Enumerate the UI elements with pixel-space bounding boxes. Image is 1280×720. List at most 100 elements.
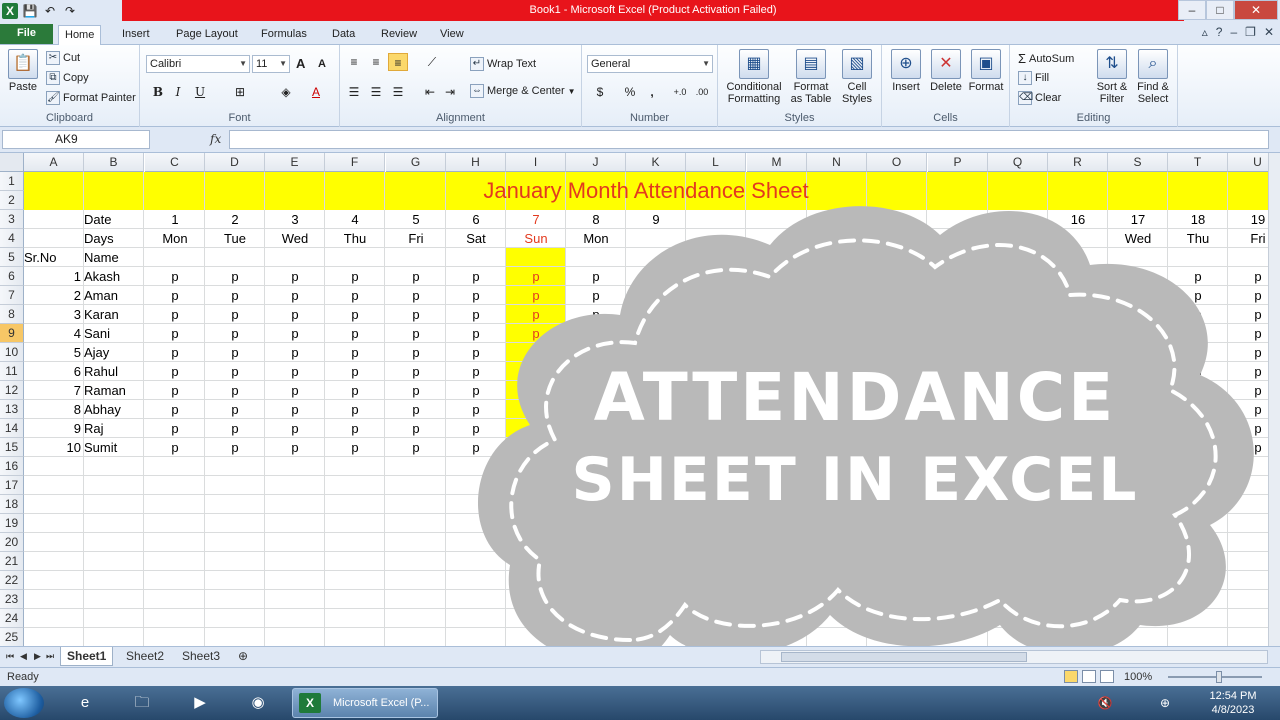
save-icon[interactable]: 💾 bbox=[22, 3, 38, 19]
student-number[interactable]: 8 bbox=[24, 400, 84, 419]
attendance-mark[interactable]: p bbox=[325, 343, 385, 362]
conditional-formatting-button[interactable]: ▦ Conditional Formatting bbox=[722, 49, 786, 105]
attendance-mark[interactable]: p bbox=[205, 362, 265, 381]
day-cell[interactable]: Fri bbox=[386, 229, 446, 248]
decrease-decimal-button[interactable]: .00 bbox=[692, 83, 712, 101]
bold-button[interactable]: B bbox=[148, 83, 168, 101]
column-header[interactable]: F bbox=[325, 153, 385, 172]
attendance-mark[interactable]: p bbox=[205, 400, 265, 419]
name-label[interactable]: Name bbox=[84, 248, 144, 267]
attendance-mark[interactable]: p bbox=[145, 343, 205, 362]
attendance-mark[interactable]: p bbox=[325, 381, 385, 400]
row-header[interactable]: 9 bbox=[0, 324, 24, 343]
attendance-mark[interactable]: p bbox=[145, 267, 205, 286]
attendance-mark[interactable]: p bbox=[205, 438, 265, 457]
attendance-mark[interactable]: p bbox=[386, 267, 446, 286]
date-cell[interactable]: 2 bbox=[205, 210, 265, 229]
prev-sheet-icon[interactable]: ◀ bbox=[20, 651, 27, 662]
attendance-mark[interactable]: p bbox=[325, 362, 385, 381]
student-number[interactable]: 4 bbox=[24, 324, 84, 343]
attendance-mark[interactable]: p bbox=[145, 324, 205, 343]
day-cell[interactable]: Tue bbox=[205, 229, 265, 248]
row-header[interactable]: 19 bbox=[0, 514, 24, 533]
first-sheet-icon[interactable]: ⏮ bbox=[6, 651, 14, 662]
page-break-view-icon[interactable] bbox=[1100, 670, 1114, 683]
column-header[interactable]: Q bbox=[988, 153, 1048, 172]
date-label[interactable]: Date bbox=[84, 210, 144, 229]
delete-cells-button[interactable]: ✕ Delete bbox=[926, 49, 966, 93]
format-painter-button[interactable]: 🖌 Format Painter bbox=[46, 91, 136, 105]
orientation-icon[interactable]: ⟋ bbox=[422, 53, 442, 71]
horizontal-scrollbar[interactable] bbox=[760, 650, 1268, 664]
column-header[interactable]: O bbox=[867, 153, 927, 172]
cell-styles-button[interactable]: ▧ Cell Styles bbox=[836, 49, 878, 105]
cut-button[interactable]: ✂ Cut bbox=[46, 51, 80, 65]
day-cell[interactable]: Thu bbox=[325, 229, 385, 248]
attendance-mark[interactable]: p bbox=[265, 362, 325, 381]
attendance-mark[interactable]: p bbox=[265, 286, 325, 305]
tab-page-layout[interactable]: Page Layout bbox=[170, 25, 244, 45]
date-cell[interactable]: 5 bbox=[386, 210, 446, 229]
attendance-mark[interactable]: p bbox=[145, 400, 205, 419]
attendance-mark[interactable]: p bbox=[265, 438, 325, 457]
start-button[interactable] bbox=[4, 688, 44, 718]
attendance-mark[interactable]: p bbox=[205, 381, 265, 400]
row-header[interactable]: 18 bbox=[0, 495, 24, 514]
clear-button[interactable]: ⌫ Clear bbox=[1018, 91, 1061, 105]
italic-button[interactable]: I bbox=[168, 83, 188, 101]
grow-font-button[interactable]: A bbox=[296, 56, 305, 71]
row-header[interactable]: 3 bbox=[0, 210, 24, 229]
student-number[interactable]: 9 bbox=[24, 419, 84, 438]
student-name[interactable]: Abhay bbox=[84, 400, 144, 419]
collapse-ribbon-icon[interactable]: ▵ bbox=[1202, 25, 1208, 39]
volume-muted-icon[interactable]: 🔇 bbox=[1090, 690, 1120, 716]
minimize-button[interactable]: – bbox=[1178, 0, 1206, 20]
sort-filter-button[interactable]: ⇅ Sort & Filter bbox=[1092, 49, 1132, 105]
attendance-mark[interactable]: p bbox=[386, 419, 446, 438]
attendance-mark[interactable]: p bbox=[386, 381, 446, 400]
row-header[interactable]: 10 bbox=[0, 343, 24, 362]
align-center-icon[interactable]: ☰ bbox=[366, 83, 386, 101]
shrink-font-button[interactable]: A bbox=[318, 58, 326, 70]
copy-button[interactable]: ⧉ Copy bbox=[46, 71, 89, 85]
font-color-icon[interactable]: A bbox=[306, 83, 326, 101]
row-header[interactable]: 16 bbox=[0, 457, 24, 476]
column-header[interactable]: R bbox=[1048, 153, 1108, 172]
date-cell[interactable]: 4 bbox=[325, 210, 385, 229]
name-box[interactable]: AK9 bbox=[2, 130, 150, 149]
row-header[interactable]: 14 bbox=[0, 419, 24, 438]
row-header[interactable]: 1 bbox=[0, 172, 24, 191]
column-header[interactable]: M bbox=[747, 153, 807, 172]
attendance-mark[interactable]: p bbox=[386, 286, 446, 305]
wrap-text-button[interactable]: ↵ Wrap Text bbox=[470, 57, 536, 71]
font-size-select[interactable]: 11 ▼ bbox=[252, 55, 290, 73]
attendance-mark[interactable]: p bbox=[265, 400, 325, 419]
column-header[interactable]: E bbox=[265, 153, 325, 172]
attendance-mark[interactable]: p bbox=[325, 286, 385, 305]
next-sheet-icon[interactable]: ▶ bbox=[34, 651, 41, 662]
fill-color-icon[interactable]: ◈ bbox=[276, 83, 296, 101]
row-header[interactable]: 20 bbox=[0, 533, 24, 552]
attendance-mark[interactable]: p bbox=[386, 324, 446, 343]
underline-button[interactable]: U bbox=[190, 83, 210, 101]
attendance-mark[interactable]: p bbox=[205, 305, 265, 324]
column-header[interactable]: S bbox=[1108, 153, 1168, 172]
student-number[interactable]: 10 bbox=[24, 438, 84, 457]
row-header[interactable]: 15 bbox=[0, 438, 24, 457]
attendance-mark[interactable]: p bbox=[265, 324, 325, 343]
column-header[interactable]: L bbox=[686, 153, 746, 172]
attendance-mark[interactable]: p bbox=[145, 419, 205, 438]
row-header[interactable]: 23 bbox=[0, 590, 24, 609]
student-name[interactable]: Rahul bbox=[84, 362, 144, 381]
formula-input[interactable] bbox=[229, 130, 1269, 149]
zoom-level[interactable]: 100% bbox=[1124, 671, 1152, 683]
attendance-mark[interactable]: p bbox=[145, 286, 205, 305]
file-explorer-icon[interactable]: 🗀 bbox=[127, 690, 157, 716]
column-header[interactable]: U bbox=[1228, 153, 1268, 172]
align-middle-icon[interactable]: ≡ bbox=[366, 53, 386, 71]
system-clock[interactable]: 12:54 PM 4/8/2023 bbox=[1206, 689, 1260, 717]
tab-formulas[interactable]: Formulas bbox=[255, 25, 313, 45]
tab-data[interactable]: Data bbox=[326, 25, 361, 45]
find-select-button[interactable]: ⌕ Find & Select bbox=[1132, 49, 1174, 105]
tab-view[interactable]: View bbox=[434, 25, 470, 45]
